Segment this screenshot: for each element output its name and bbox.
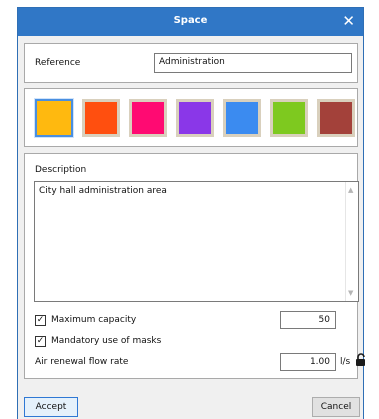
max-capacity-label: Maximum capacity (51, 315, 137, 325)
masks-checkbox[interactable]: ✓ (35, 336, 46, 347)
close-icon[interactable]: ✕ (342, 12, 355, 30)
description-label: Description (35, 165, 87, 175)
masks-row: ✓ Mandatory use of masks (35, 335, 235, 349)
lock-open-icon[interactable] (355, 353, 367, 367)
cancel-button[interactable]: Cancel (312, 397, 360, 417)
accept-button[interactable]: Accept (24, 397, 78, 417)
color-swatch-6[interactable] (270, 99, 308, 137)
description-text: City hall administration area (39, 186, 167, 196)
color-swatch-3[interactable] (129, 99, 167, 137)
reference-label: Reference (35, 58, 81, 68)
air-renewal-label: Air renewal flow rate (35, 357, 129, 367)
color-swatch-2[interactable] (82, 99, 120, 137)
title-bar: Space ✕ (18, 8, 363, 36)
color-swatch-4[interactable] (176, 99, 214, 137)
max-capacity-row: ✓ Maximum capacity (35, 314, 235, 328)
air-renewal-input[interactable]: 1.00 (280, 353, 336, 371)
max-capacity-input[interactable]: 50 (280, 311, 336, 329)
space-dialog: Space ✕ Reference Administration Descrip… (17, 7, 365, 419)
scroll-down-icon[interactable]: ▼ (348, 289, 353, 297)
air-renewal-unit: l/s (340, 357, 351, 367)
reference-panel: Reference Administration (24, 43, 358, 83)
color-swatch-1[interactable] (35, 99, 73, 137)
max-capacity-checkbox[interactable]: ✓ (35, 315, 46, 326)
color-panel (24, 88, 358, 147)
masks-label: Mandatory use of masks (51, 336, 162, 346)
description-textarea[interactable]: City hall administration area ▲ ▼ (34, 181, 359, 302)
details-panel: Description City hall administration are… (24, 153, 365, 379)
color-swatch-5[interactable] (223, 99, 261, 137)
scroll-up-icon[interactable]: ▲ (348, 186, 353, 194)
reference-input[interactable]: Administration (154, 53, 352, 73)
description-scrollbar[interactable]: ▲ ▼ (345, 182, 358, 301)
color-swatch-7[interactable] (317, 99, 355, 137)
dialog-title: Space (173, 15, 208, 26)
